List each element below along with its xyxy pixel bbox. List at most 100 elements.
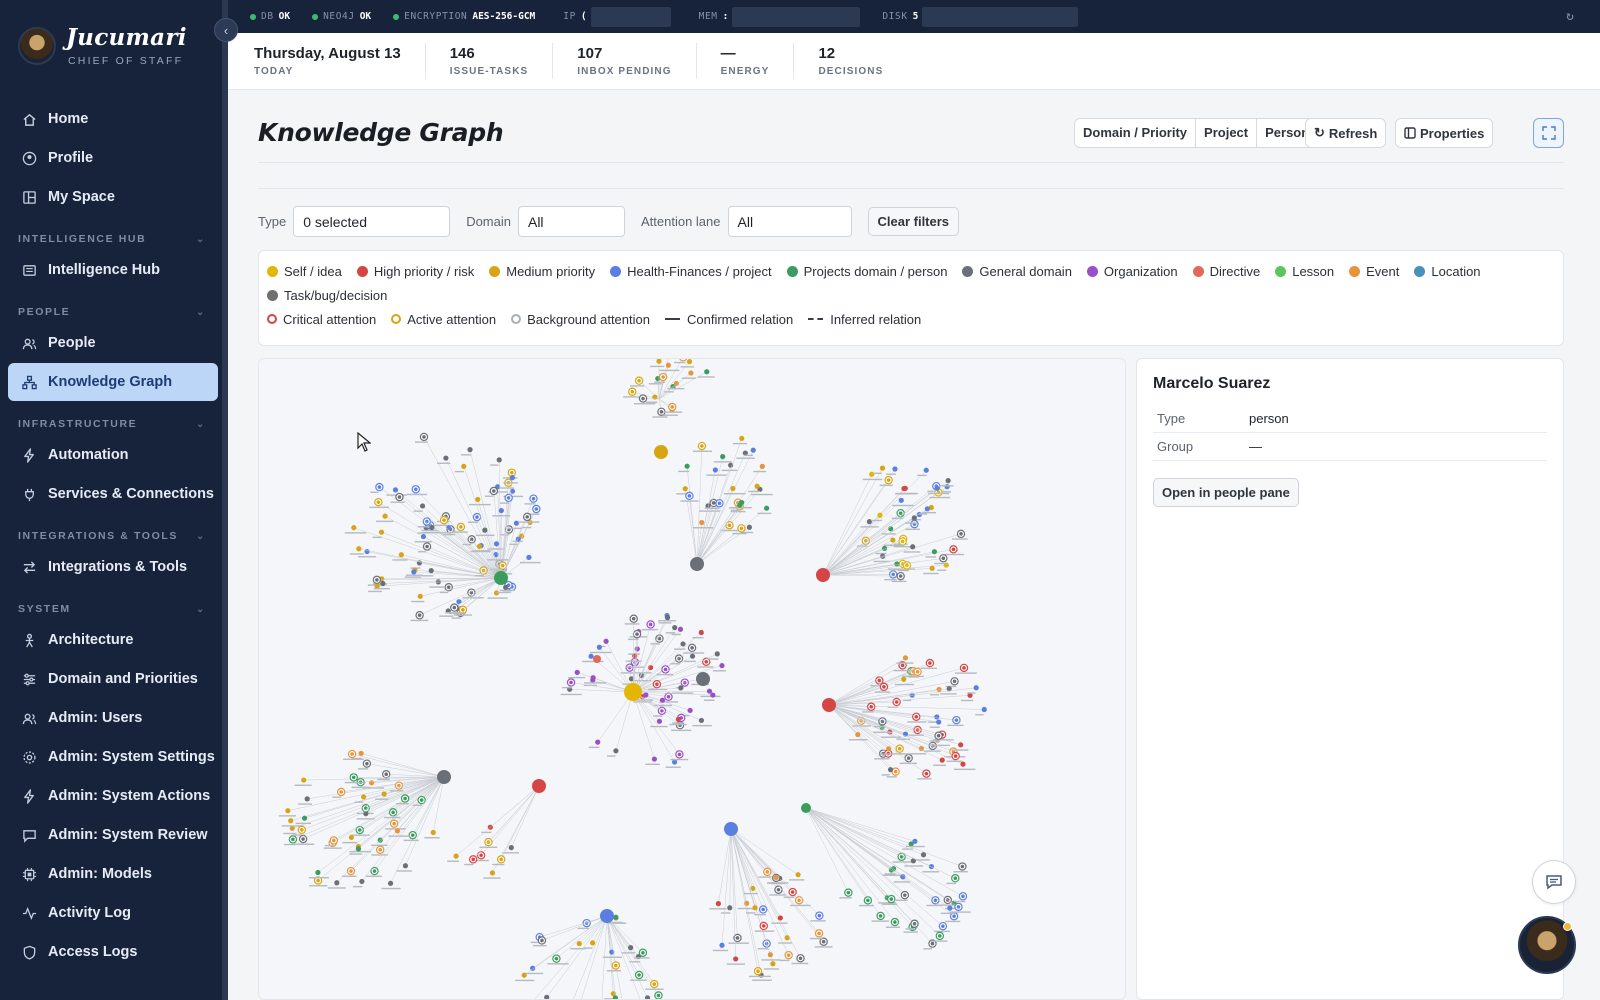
graph-node[interactable]	[754, 483, 760, 489]
section-header-infrastructure[interactable]: INFRASTRUCTURE ⌄	[8, 402, 218, 436]
sidebar-item-profile[interactable]: Profile	[8, 139, 218, 177]
graph-node[interactable]	[678, 685, 684, 691]
graph-node[interactable]	[981, 706, 987, 713]
graph-node[interactable]	[737, 502, 743, 508]
graph-node[interactable]	[912, 838, 918, 844]
sidebar-item-access-logs[interactable]: Access Logs	[8, 933, 218, 971]
graph-node[interactable]	[419, 503, 426, 509]
graph-node[interactable]	[973, 685, 979, 691]
graph-node[interactable]	[934, 485, 940, 491]
graph-node[interactable]	[739, 435, 745, 442]
graph-node[interactable]	[682, 486, 688, 492]
graph-node[interactable]	[356, 546, 362, 552]
graph-hub-node[interactable]	[654, 445, 668, 459]
graph-node[interactable]	[733, 956, 739, 962]
graph-node[interactable]	[901, 485, 907, 492]
graph-node[interactable]	[285, 808, 291, 814]
graph-node[interactable]	[493, 541, 500, 547]
graph-node[interactable]	[698, 717, 705, 724]
graph-node[interactable]	[429, 524, 435, 531]
graph-hub-node[interactable]	[822, 698, 836, 712]
graph-node[interactable]	[348, 834, 354, 841]
graph-node[interactable]	[596, 644, 602, 650]
graph-node[interactable]	[526, 554, 532, 560]
graph-node[interactable]	[767, 952, 773, 958]
sidebar-item-automation[interactable]: Automation	[8, 436, 218, 474]
graph-node[interactable]	[595, 739, 601, 745]
graph-node[interactable]	[727, 905, 733, 911]
graph-node[interactable]	[656, 359, 662, 364]
sidebar-item-admin-models[interactable]: Admin: Models	[8, 855, 218, 893]
graph-node[interactable]	[420, 533, 427, 540]
brand[interactable]: Jucumari CHIEF OF STAFF	[18, 24, 187, 67]
graph-node[interactable]	[644, 995, 651, 1000]
graph-node[interactable]	[443, 455, 449, 461]
sidebar-item-activity-log[interactable]: Activity Log	[8, 894, 218, 932]
graph-node[interactable]	[719, 942, 725, 948]
chat-button[interactable]	[1532, 860, 1576, 904]
graph-node[interactable]	[958, 742, 964, 748]
graph-node[interactable]	[576, 940, 582, 947]
sidebar-item-admin-system-settings[interactable]: Admin: System Settings	[8, 738, 218, 776]
graph-node[interactable]	[887, 767, 894, 773]
sidebar-item-admin-system-review[interactable]: Admin: System Review	[8, 816, 218, 854]
graph-node[interactable]	[351, 525, 357, 531]
graph-node[interactable]	[892, 466, 898, 472]
graph-node[interactable]	[886, 746, 892, 752]
section-header-integrations-tools[interactable]: INTEGRATIONS & TOOLS ⌄	[8, 514, 218, 548]
graph-node[interactable]	[901, 676, 907, 682]
sidebar-item-admin-users[interactable]: Admin: Users	[8, 699, 218, 737]
sidebar-item-services-connections[interactable]: Services & Connections	[8, 475, 218, 513]
graph-canvas[interactable]	[258, 358, 1126, 1000]
graph-node[interactable]	[947, 905, 953, 911]
graph-node[interactable]	[714, 651, 720, 657]
collapse-sidebar-button[interactable]: ‹	[214, 18, 238, 42]
graph-hub-node[interactable]	[690, 557, 704, 571]
graph-node[interactable]	[869, 471, 875, 477]
graph-node[interactable]	[720, 454, 726, 460]
graph-node[interactable]	[934, 714, 940, 720]
graph-node[interactable]	[509, 475, 515, 481]
graph-node[interactable]	[387, 880, 394, 886]
sidebar-item-architecture[interactable]: Architecture	[8, 621, 218, 659]
graph-node[interactable]	[588, 653, 594, 659]
graph-node[interactable]	[656, 718, 663, 724]
graph-node[interactable]	[643, 692, 649, 698]
graph-node[interactable]	[890, 537, 896, 543]
domain-filter-select[interactable]: All	[517, 206, 625, 237]
graph-hub-node[interactable]	[801, 803, 811, 813]
graph-node[interactable]	[712, 467, 718, 473]
graph-node[interactable]	[508, 845, 514, 851]
graph-node[interactable]	[411, 569, 417, 575]
graph-node[interactable]	[699, 519, 705, 526]
graph-node[interactable]	[936, 686, 942, 693]
graph-node[interactable]	[467, 447, 473, 453]
graph-node[interactable]	[879, 465, 886, 471]
graph-node[interactable]	[603, 638, 609, 644]
graph-node[interactable]	[402, 863, 409, 869]
graph-node[interactable]	[544, 994, 550, 1000]
type-filter-select[interactable]: 0 selected	[293, 206, 451, 237]
refresh-button[interactable]: ↻ Refresh	[1305, 118, 1387, 148]
graph-node[interactable]	[923, 467, 929, 473]
graph-node[interactable]	[304, 796, 310, 802]
graph-node[interactable]	[945, 478, 951, 484]
graph-node[interactable]	[475, 496, 481, 503]
graph-node[interactable]	[689, 653, 696, 659]
graph-hub-node[interactable]	[696, 672, 710, 686]
graph-node[interactable]	[530, 965, 536, 971]
graph-node[interactable]	[911, 515, 917, 521]
graph-node[interactable]	[665, 362, 671, 368]
graph-node[interactable]	[960, 761, 966, 767]
section-header-intelligence-hub[interactable]: INTELLIGENCE HUB ⌄	[8, 217, 218, 251]
graph-node[interactable]	[902, 655, 909, 661]
sidebar-item-domain-and-priorities[interactable]: Domain and Priorities	[8, 660, 218, 698]
graph-node[interactable]	[628, 945, 634, 951]
properties-button[interactable]: Properties	[1395, 118, 1494, 148]
sidebar-item-knowledge-graph[interactable]: Knowledge Graph	[8, 363, 218, 401]
graph-node[interactable]	[704, 369, 710, 375]
attention-filter-select[interactable]: All	[727, 206, 852, 237]
graph-node[interactable]	[710, 692, 716, 698]
refresh-status-icon[interactable]: ↻	[1566, 9, 1574, 24]
knowledge-graph-svg[interactable]	[259, 359, 1126, 1000]
